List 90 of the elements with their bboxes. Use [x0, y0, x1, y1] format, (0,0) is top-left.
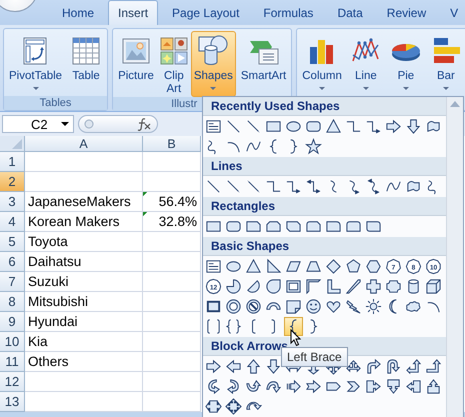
left-arrow-shape-icon[interactable] — [224, 357, 243, 376]
dropdown-arrow-icon — [61, 122, 69, 126]
dropdown-arrow-icon — [402, 87, 409, 90]
row-header[interactable]: 6 — [0, 252, 25, 272]
dropdown-arrow-icon — [362, 87, 369, 90]
dropdown-arrow-icon — [210, 87, 216, 90]
table-cell: Others — [25, 352, 143, 372]
row-header[interactable]: 7 — [0, 272, 25, 292]
lightning-shape-icon[interactable] — [344, 297, 363, 316]
sun-shape-icon[interactable] — [364, 297, 383, 316]
row-header[interactable]: 5 — [0, 232, 25, 252]
circle-icon — [84, 119, 94, 129]
row-header[interactable]: 1 — [0, 152, 25, 172]
star-shape-icon[interactable] — [304, 137, 323, 156]
table-cell: Korean Makers — [25, 212, 143, 232]
row-header[interactable]: 8 — [0, 292, 25, 312]
section-header: Rectangles — [203, 197, 446, 216]
ribbon-tab[interactable]: Insert — [108, 0, 158, 25]
table-cell: 32.8% — [143, 212, 201, 232]
clip-art-icon — [158, 35, 190, 67]
diagonal-stripe-shape-icon[interactable] — [344, 277, 363, 296]
notched-right-arrow-shape-icon[interactable] — [304, 377, 323, 396]
bar-chart-button[interactable]: Bar — [426, 31, 465, 96]
row-header[interactable]: 9 — [0, 312, 25, 332]
group-label: Tables — [4, 96, 108, 110]
column-header[interactable]: B — [143, 136, 201, 152]
pivot-table-button[interactable]: PivotTable — [6, 31, 66, 96]
column-chart-button[interactable]: Column — [299, 31, 345, 96]
cross-shape-icon[interactable] — [364, 277, 383, 296]
triangle-icon — [12, 139, 22, 149]
ribbon-tab[interactable]: Formulas — [253, 0, 324, 25]
smiley-shape-icon[interactable] — [304, 297, 323, 316]
pie-shape-icon[interactable] — [224, 277, 243, 296]
formula-bar-handle[interactable] — [78, 115, 158, 133]
dropdown-arrow-icon — [442, 87, 449, 90]
line-chart-button[interactable]: Line — [346, 31, 385, 96]
row-header[interactable]: 10 — [0, 332, 25, 352]
table-cell: JapaneseMakers — [25, 192, 143, 212]
row-header[interactable]: 4 — [0, 212, 25, 232]
mouse-pointer-icon — [290, 329, 302, 347]
table-cell: Daihatsu — [25, 252, 143, 272]
teardrop-shape-icon[interactable] — [264, 277, 283, 296]
ribbon-tab[interactable]: Review — [376, 0, 436, 25]
table-cell: Kia — [25, 332, 143, 352]
table-cell: Toyota — [25, 232, 143, 252]
right-arrow-shape-icon[interactable] — [204, 357, 223, 376]
section-header: Basic Shapes — [203, 237, 446, 256]
no-symbol-shape-icon[interactable] — [244, 297, 263, 316]
half-frame-shape-icon[interactable] — [304, 277, 323, 296]
table-cell: 56.4% — [143, 192, 201, 212]
striped-right-arrow-shape-icon[interactable] — [284, 377, 303, 396]
dropdown-arrow-icon — [32, 87, 39, 90]
up-arrow-shape-icon[interactable] — [244, 357, 263, 376]
picture-button[interactable]: Picture — [115, 31, 157, 97]
ribbon-tab[interactable]: Page Layout — [162, 0, 250, 25]
function-icon[interactable] — [136, 117, 152, 131]
table-cell: Suzuki — [25, 272, 143, 292]
down-arrow-shape-icon[interactable] — [264, 357, 283, 376]
column-header[interactable]: A — [25, 136, 143, 152]
shapes-icon — [197, 35, 230, 67]
diamond-shape-icon[interactable] — [324, 257, 343, 276]
row-header[interactable]: 11 — [0, 352, 25, 372]
name-box[interactable]: C2 — [2, 115, 74, 133]
donut-shape-icon[interactable] — [224, 297, 243, 316]
dropdown-arrow-icon — [319, 87, 326, 90]
shapes-button[interactable]: Shapes — [190, 31, 236, 97]
pie-chart-button[interactable]: Pie — [386, 31, 425, 96]
section-header: Recently Used Shapes — [203, 97, 446, 116]
right-arrow-shape-icon[interactable] — [384, 117, 403, 136]
left-up-arrow-shape-icon[interactable] — [404, 357, 423, 376]
row-header[interactable]: 3 — [0, 192, 25, 212]
table-icon — [70, 35, 102, 67]
down-arrow-shape-icon[interactable] — [404, 117, 423, 136]
clip-art-button[interactable]: Clip Art — [158, 31, 189, 97]
row-header[interactable]: 12 — [0, 372, 25, 392]
section-header: Lines — [203, 157, 446, 176]
table-cell: Mitsubishi — [25, 292, 143, 312]
smartart-button[interactable]: SmartArt — [238, 31, 290, 97]
cube-shape-icon[interactable] — [424, 277, 443, 296]
table-button[interactable]: Table — [67, 31, 106, 96]
ribbon-tab[interactable]: Home — [52, 0, 104, 25]
row-header[interactable]: 13 — [0, 392, 25, 412]
table-cell: Hyundai — [25, 312, 143, 332]
ribbon-tab[interactable]: Data — [327, 0, 373, 25]
elbow-double-arrow-shape-icon[interactable] — [304, 177, 323, 196]
quad-arrow-callout-shape-icon[interactable] — [224, 397, 243, 416]
row-header[interactable]: 2 — [0, 172, 25, 192]
double-brace-shape-icon[interactable] — [224, 317, 243, 336]
ribbon-tab[interactable]: V — [440, 0, 465, 25]
left-brace-shape-icon[interactable] — [284, 317, 303, 336]
